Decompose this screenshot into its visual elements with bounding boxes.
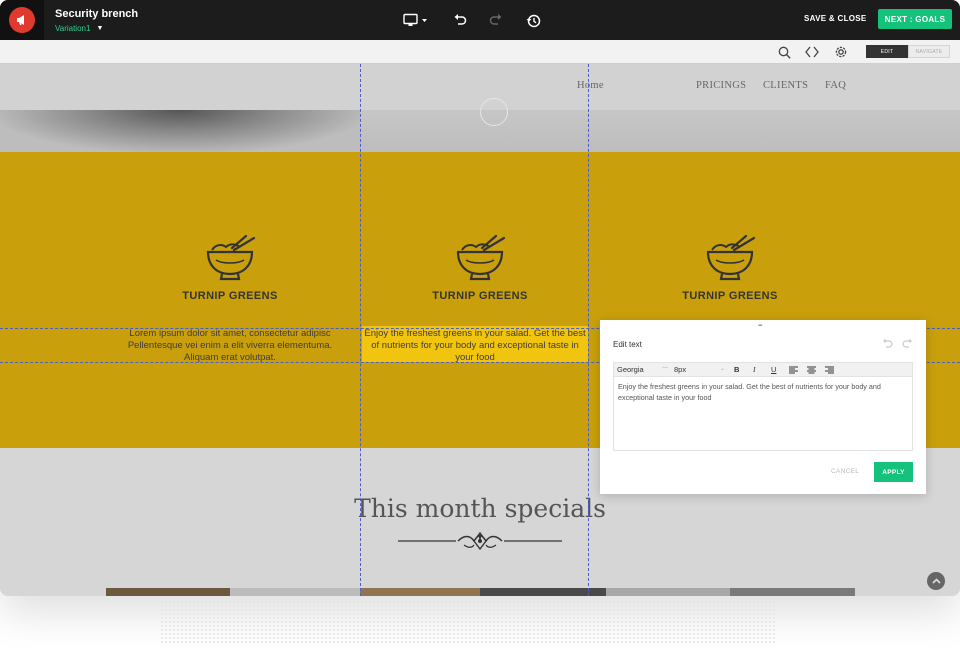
editor-window: Security brench Variation1 ▼ SAVE & CLOS…	[0, 0, 960, 596]
special-image-2	[230, 588, 360, 596]
redo-icon[interactable]	[902, 338, 913, 349]
special-image-6	[730, 588, 855, 596]
history-icon	[526, 14, 540, 27]
nav-pricings-link[interactable]: PRICINGS	[696, 80, 746, 91]
bold-button[interactable]: B	[734, 365, 739, 374]
feature-text[interactable]: Lorem ipsum dolor sit amet, consectetur …	[110, 328, 350, 364]
search-button[interactable]	[776, 44, 792, 60]
chevron-down-icon: ▼	[96, 25, 104, 32]
special-image-3	[360, 588, 480, 596]
code-icon	[805, 46, 819, 58]
text-editor-area[interactable]: Enjoy the freshest greens in your salad.…	[613, 377, 913, 451]
gear-icon	[835, 46, 847, 58]
align-left-icon[interactable]	[789, 366, 798, 374]
text-format-toolbar: Georgia — 8px ⌄ B I U	[613, 362, 913, 377]
variation-label: Variation1	[55, 24, 91, 33]
chevron-down-icon[interactable]: —	[662, 365, 668, 371]
window-reflection	[160, 600, 776, 644]
redo-icon	[489, 14, 502, 25]
editor-content[interactable]: Enjoy the freshest greens in your salad.…	[618, 381, 908, 403]
feature-title: TURNIP GREENS	[182, 290, 278, 302]
scroll-to-top-button[interactable]	[927, 572, 945, 590]
italic-button[interactable]: I	[753, 365, 756, 374]
undo-icon	[454, 14, 467, 25]
undo-icon[interactable]	[882, 338, 893, 349]
bowl-icon	[206, 234, 256, 281]
feature-column-3: TURNIP GREENS	[610, 234, 850, 302]
underline-button[interactable]: U	[771, 365, 776, 374]
nav-home-link[interactable]: Home	[577, 80, 604, 91]
feature-title: TURNIP GREENS	[432, 290, 528, 302]
align-center-icon[interactable]	[807, 366, 816, 374]
font-size-select[interactable]: 8px	[674, 365, 686, 374]
mode-navigate-button[interactable]: NAVIGATE	[908, 45, 950, 58]
specials-title: This month specials	[354, 494, 606, 523]
bowl-icon	[456, 234, 506, 281]
feature-title: TURNIP GREENS	[682, 290, 778, 302]
panel-title: Edit text	[613, 340, 642, 349]
nav-faq-link[interactable]: FAQ	[825, 80, 846, 91]
column-guide-line	[360, 64, 361, 596]
apply-button[interactable]: APPLY	[874, 462, 913, 482]
hero-section: Home PRICINGS CLIENTS FAQ	[0, 64, 960, 152]
feature-column-1: TURNIP GREENS	[110, 234, 350, 302]
special-image-5	[606, 588, 730, 596]
hero-image	[0, 110, 360, 152]
chevron-down-icon[interactable]: ⌄	[720, 365, 725, 372]
drag-handle-icon[interactable]: ▪▪▪	[758, 323, 763, 329]
history-button[interactable]	[525, 12, 541, 28]
bowl-icon	[706, 234, 756, 281]
variation-selector[interactable]: Variation1 ▼	[55, 24, 103, 33]
cancel-button[interactable]: CANCEL	[831, 468, 859, 475]
code-button[interactable]	[804, 44, 820, 60]
chevron-up-icon	[931, 578, 941, 584]
project-title: Security brench	[55, 8, 139, 20]
next-goals-button[interactable]: NEXT : GOALS	[878, 9, 952, 29]
top-bar: Security brench Variation1 ▼ SAVE & CLOS…	[0, 0, 960, 40]
font-family-select[interactable]: Georgia	[617, 365, 644, 374]
edit-text-panel: ▪▪▪ Edit text Georgia — 8px ⌄ B I U Enjo…	[600, 320, 926, 494]
mode-edit-button[interactable]: EDIT	[866, 45, 908, 58]
column-guide-line	[588, 64, 589, 596]
search-icon	[778, 46, 791, 59]
feature-column-2: TURNIP GREENS	[360, 234, 600, 302]
site-navigation: Home PRICINGS CLIENTS FAQ	[0, 64, 960, 110]
monitor-icon	[403, 13, 427, 26]
megaphone-icon	[9, 7, 35, 33]
save-close-button[interactable]: SAVE & CLOSE	[804, 14, 867, 23]
hero-circle-decoration	[480, 98, 508, 126]
align-right-icon[interactable]	[825, 366, 834, 374]
nav-clients-link[interactable]: CLIENTS	[763, 80, 808, 91]
device-selector[interactable]	[402, 12, 430, 28]
ornament-divider	[398, 531, 562, 551]
settings-button[interactable]	[833, 44, 849, 60]
app-logo[interactable]	[0, 0, 44, 40]
mode-toggle: EDIT NAVIGATE	[866, 45, 950, 58]
redo-button[interactable]	[488, 12, 504, 28]
special-image-1	[106, 588, 230, 596]
feature-text-selected[interactable]: Enjoy the freshest greens in your salad.…	[362, 328, 588, 364]
secondary-toolbar: EDIT NAVIGATE	[0, 40, 960, 64]
undo-button[interactable]	[452, 12, 468, 28]
